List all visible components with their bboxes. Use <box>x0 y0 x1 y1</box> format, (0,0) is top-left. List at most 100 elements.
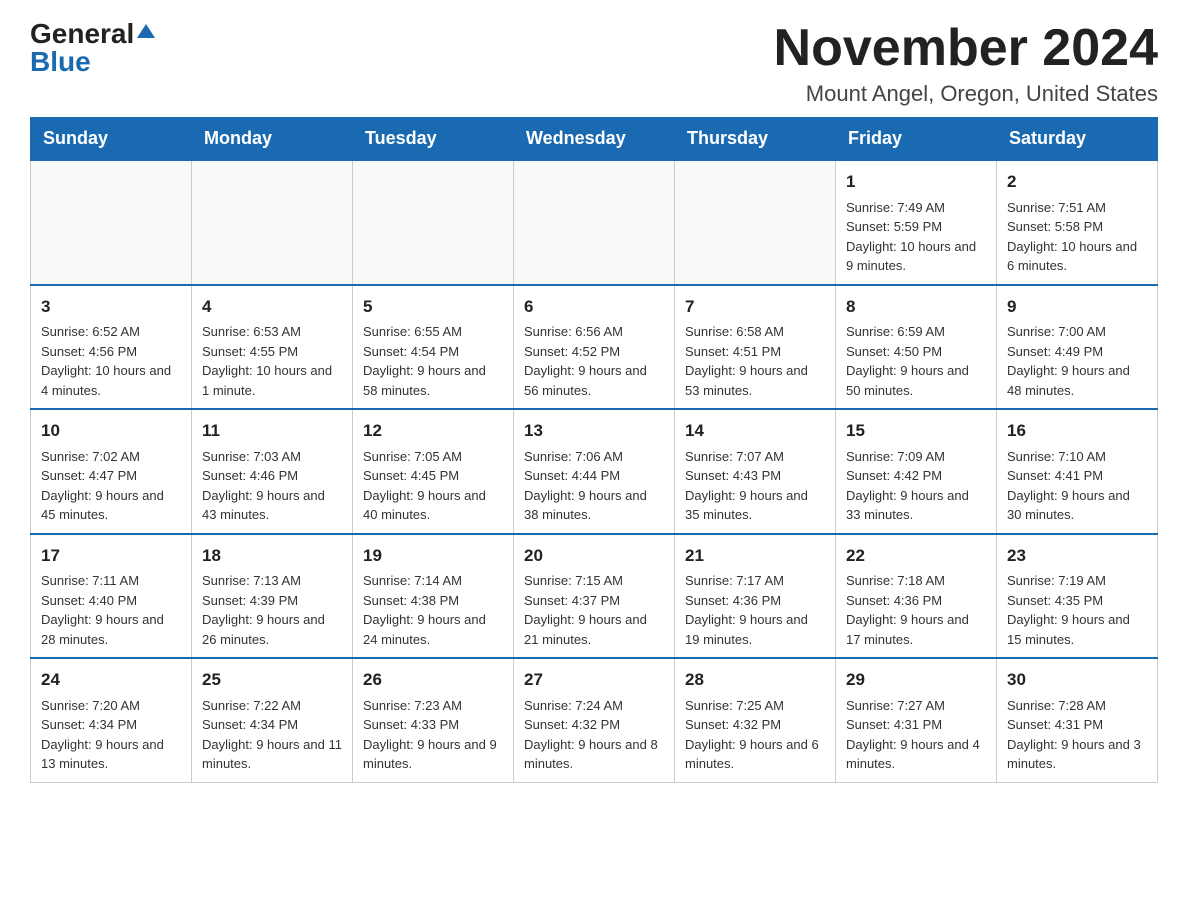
week-row-2: 3Sunrise: 6:52 AMSunset: 4:56 PMDaylight… <box>31 285 1158 410</box>
week-row-1: 1 Sunrise: 7:49 AMSunset: 5:59 PMDaylight… <box>31 160 1158 285</box>
day-info: Sunrise: 7:22 AMSunset: 4:34 PMDaylight:… <box>202 696 342 774</box>
weekday-header-monday: Monday <box>192 118 353 161</box>
logo-triangle-icon <box>137 22 155 40</box>
calendar-cell: 17Sunrise: 7:11 AMSunset: 4:40 PMDayligh… <box>31 534 192 659</box>
calendar-table: SundayMondayTuesdayWednesdayThursdayFrid… <box>30 117 1158 783</box>
calendar-cell: 27Sunrise: 7:24 AMSunset: 4:32 PMDayligh… <box>514 658 675 782</box>
day-info: Sunrise: 7:06 AMSunset: 4:44 PMDaylight:… <box>524 447 664 525</box>
day-info: Sunrise: 7:02 AMSunset: 4:47 PMDaylight:… <box>41 447 181 525</box>
weekday-header-row: SundayMondayTuesdayWednesdayThursdayFrid… <box>31 118 1158 161</box>
day-number: 12 <box>363 418 503 444</box>
calendar-cell: 14Sunrise: 7:07 AMSunset: 4:43 PMDayligh… <box>675 409 836 534</box>
day-number: 30 <box>1007 667 1147 693</box>
logo: General Blue <box>30 20 155 76</box>
day-number: 1 <box>846 169 986 195</box>
day-number: 18 <box>202 543 342 569</box>
day-info: Sunrise: 7:25 AMSunset: 4:32 PMDaylight:… <box>685 696 825 774</box>
day-number: 20 <box>524 543 664 569</box>
calendar-cell: 28 Sunrise: 7:25 AMSunset: 4:32 PMDayligh… <box>675 658 836 782</box>
calendar-cell: 29 Sunrise: 7:27 AMSunset: 4:31 PMDayligh… <box>836 658 997 782</box>
calendar-cell: 26Sunrise: 7:23 AMSunset: 4:33 PMDayligh… <box>353 658 514 782</box>
day-number: 24 <box>41 667 181 693</box>
day-number: 2 <box>1007 169 1147 195</box>
day-number: 16 <box>1007 418 1147 444</box>
day-number: 17 <box>41 543 181 569</box>
calendar-cell: 1 Sunrise: 7:49 AMSunset: 5:59 PMDaylight… <box>836 160 997 285</box>
weekday-header-saturday: Saturday <box>997 118 1158 161</box>
week-row-4: 17Sunrise: 7:11 AMSunset: 4:40 PMDayligh… <box>31 534 1158 659</box>
day-number: 29 <box>846 667 986 693</box>
day-info: Sunrise: 7:20 AMSunset: 4:34 PMDaylight:… <box>41 696 181 774</box>
week-row-5: 24 Sunrise: 7:20 AMSunset: 4:34 PMDayligh… <box>31 658 1158 782</box>
day-number: 8 <box>846 294 986 320</box>
day-number: 28 <box>685 667 825 693</box>
day-info: Sunrise: 7:49 AMSunset: 5:59 PMDaylight:… <box>846 198 986 276</box>
logo-blue-text: Blue <box>30 48 91 76</box>
day-number: 14 <box>685 418 825 444</box>
calendar-cell <box>514 160 675 285</box>
weekday-header-sunday: Sunday <box>31 118 192 161</box>
day-info: Sunrise: 7:10 AMSunset: 4:41 PMDaylight:… <box>1007 447 1147 525</box>
calendar-cell: 2 Sunrise: 7:51 AMSunset: 5:58 PMDaylight… <box>997 160 1158 285</box>
day-info: Sunrise: 7:05 AMSunset: 4:45 PMDaylight:… <box>363 447 503 525</box>
calendar-cell: 11 Sunrise: 7:03 AMSunset: 4:46 PMDayligh… <box>192 409 353 534</box>
calendar-cell: 13 Sunrise: 7:06 AMSunset: 4:44 PMDayligh… <box>514 409 675 534</box>
day-info: Sunrise: 7:51 AMSunset: 5:58 PMDaylight:… <box>1007 198 1147 276</box>
day-info: Sunrise: 7:15 AMSunset: 4:37 PMDaylight:… <box>524 571 664 649</box>
page-header: General Blue November 2024 Mount Angel, … <box>30 20 1158 107</box>
day-info: Sunrise: 6:56 AMSunset: 4:52 PMDaylight:… <box>524 322 664 400</box>
day-info: Sunrise: 6:58 AMSunset: 4:51 PMDaylight:… <box>685 322 825 400</box>
day-info: Sunrise: 7:27 AMSunset: 4:31 PMDaylight:… <box>846 696 986 774</box>
day-number: 6 <box>524 294 664 320</box>
week-row-3: 10 Sunrise: 7:02 AMSunset: 4:47 PMDayligh… <box>31 409 1158 534</box>
calendar-cell: 7Sunrise: 6:58 AMSunset: 4:51 PMDaylight… <box>675 285 836 410</box>
weekday-header-friday: Friday <box>836 118 997 161</box>
day-info: Sunrise: 7:03 AMSunset: 4:46 PMDaylight:… <box>202 447 342 525</box>
day-number: 25 <box>202 667 342 693</box>
day-info: Sunrise: 7:28 AMSunset: 4:31 PMDaylight:… <box>1007 696 1147 774</box>
month-title: November 2024 <box>774 20 1158 77</box>
day-info: Sunrise: 7:11 AMSunset: 4:40 PMDaylight:… <box>41 571 181 649</box>
calendar-cell: 21Sunrise: 7:17 AMSunset: 4:36 PMDayligh… <box>675 534 836 659</box>
day-number: 19 <box>363 543 503 569</box>
calendar-cell: 3Sunrise: 6:52 AMSunset: 4:56 PMDaylight… <box>31 285 192 410</box>
day-number: 15 <box>846 418 986 444</box>
logo-general-text: General <box>30 20 134 48</box>
calendar-cell <box>31 160 192 285</box>
day-number: 21 <box>685 543 825 569</box>
calendar-cell: 5Sunrise: 6:55 AMSunset: 4:54 PMDaylight… <box>353 285 514 410</box>
calendar-cell: 10 Sunrise: 7:02 AMSunset: 4:47 PMDayligh… <box>31 409 192 534</box>
day-number: 11 <box>202 418 342 444</box>
day-info: Sunrise: 7:13 AMSunset: 4:39 PMDaylight:… <box>202 571 342 649</box>
day-number: 3 <box>41 294 181 320</box>
day-info: Sunrise: 7:23 AMSunset: 4:33 PMDaylight:… <box>363 696 503 774</box>
calendar-cell <box>192 160 353 285</box>
day-info: Sunrise: 7:18 AMSunset: 4:36 PMDaylight:… <box>846 571 986 649</box>
calendar-cell: 24 Sunrise: 7:20 AMSunset: 4:34 PMDayligh… <box>31 658 192 782</box>
day-info: Sunrise: 7:14 AMSunset: 4:38 PMDaylight:… <box>363 571 503 649</box>
day-number: 22 <box>846 543 986 569</box>
day-number: 9 <box>1007 294 1147 320</box>
calendar-cell: 19Sunrise: 7:14 AMSunset: 4:38 PMDayligh… <box>353 534 514 659</box>
day-info: Sunrise: 6:59 AMSunset: 4:50 PMDaylight:… <box>846 322 986 400</box>
title-block: November 2024 Mount Angel, Oregon, Unite… <box>774 20 1158 107</box>
day-info: Sunrise: 7:00 AMSunset: 4:49 PMDaylight:… <box>1007 322 1147 400</box>
calendar-cell: 23Sunrise: 7:19 AMSunset: 4:35 PMDayligh… <box>997 534 1158 659</box>
day-info: Sunrise: 7:19 AMSunset: 4:35 PMDaylight:… <box>1007 571 1147 649</box>
day-info: Sunrise: 7:09 AMSunset: 4:42 PMDaylight:… <box>846 447 986 525</box>
day-number: 13 <box>524 418 664 444</box>
day-info: Sunrise: 7:24 AMSunset: 4:32 PMDaylight:… <box>524 696 664 774</box>
day-info: Sunrise: 6:52 AMSunset: 4:56 PMDaylight:… <box>41 322 181 400</box>
calendar-cell: 20Sunrise: 7:15 AMSunset: 4:37 PMDayligh… <box>514 534 675 659</box>
calendar-cell <box>353 160 514 285</box>
calendar-cell: 16 Sunrise: 7:10 AMSunset: 4:41 PMDayligh… <box>997 409 1158 534</box>
calendar-cell: 6Sunrise: 6:56 AMSunset: 4:52 PMDaylight… <box>514 285 675 410</box>
calendar-cell: 8Sunrise: 6:59 AMSunset: 4:50 PMDaylight… <box>836 285 997 410</box>
day-info: Sunrise: 6:53 AMSunset: 4:55 PMDaylight:… <box>202 322 342 400</box>
day-number: 10 <box>41 418 181 444</box>
calendar-cell: 18Sunrise: 7:13 AMSunset: 4:39 PMDayligh… <box>192 534 353 659</box>
day-number: 7 <box>685 294 825 320</box>
calendar-cell: 22Sunrise: 7:18 AMSunset: 4:36 PMDayligh… <box>836 534 997 659</box>
location-title: Mount Angel, Oregon, United States <box>774 81 1158 107</box>
day-info: Sunrise: 7:17 AMSunset: 4:36 PMDaylight:… <box>685 571 825 649</box>
